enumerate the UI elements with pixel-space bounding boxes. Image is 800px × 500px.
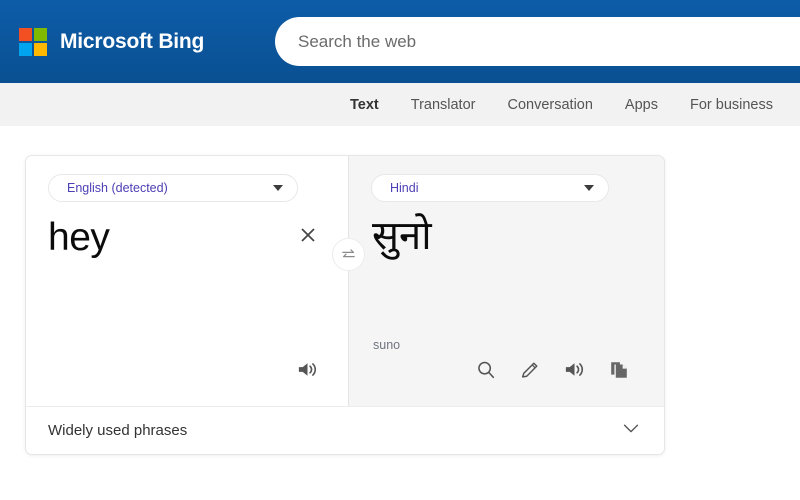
target-language-selector[interactable]: Hindi [371,174,609,202]
search-input[interactable] [298,31,738,52]
bing-header: Microsoft Bing [0,0,800,83]
tab-apps[interactable]: Apps [625,97,658,113]
speaker-icon [298,363,317,376]
target-actions [475,358,630,381]
chevron-down-icon [273,185,283,191]
tab-conversation[interactable]: Conversation [507,97,592,113]
copy-translation-button[interactable] [608,359,630,381]
brand-name: Microsoft Bing [60,29,205,53]
tab-translator[interactable]: Translator [411,97,476,113]
search-box[interactable] [275,17,800,66]
tab-for-business[interactable]: For business [690,97,773,113]
copy-icon [611,361,627,378]
source-language-label: English (detected) [67,181,168,195]
source-actions [296,358,319,381]
swap-arrows-icon [342,249,355,258]
source-text[interactable]: hey [48,218,110,257]
search-translation-button[interactable] [475,359,497,381]
tab-text[interactable]: Text [350,97,379,113]
listen-source-button[interactable] [296,358,319,381]
chevron-down-icon[interactable] [620,417,642,444]
source-language-selector[interactable]: English (detected) [48,174,298,202]
translated-text: सुनो [372,213,432,259]
clear-source-button[interactable] [298,225,318,245]
speaker-icon [565,363,584,376]
widely-used-phrases-label: Widely used phrases [48,422,188,439]
translator-card: English (detected) hey Hindi सुनो suno W… [25,155,665,455]
chevron-down-icon [584,185,594,191]
close-icon [301,228,315,242]
nav-bar: Text Translator Conversation Apps For bu… [0,83,800,126]
nav-tabs: Text Translator Conversation Apps For bu… [350,97,773,113]
source-pane: English (detected) hey [26,156,348,406]
listen-translation-button[interactable] [563,358,586,381]
widely-used-phrases-row[interactable]: Widely used phrases [26,406,664,454]
target-pane: Hindi सुनो suno [348,156,664,406]
microsoft-logo-icon [19,27,47,56]
search-icon [478,361,495,378]
pencil-icon [521,361,538,378]
target-language-label: Hindi [390,181,419,195]
transliteration-text: suno [373,338,401,352]
edit-translation-button[interactable] [519,359,541,381]
translator-panes: English (detected) hey Hindi सुनो suno [26,156,664,406]
bing-brand[interactable]: Microsoft Bing [19,27,205,56]
swap-languages-button[interactable] [332,238,365,271]
